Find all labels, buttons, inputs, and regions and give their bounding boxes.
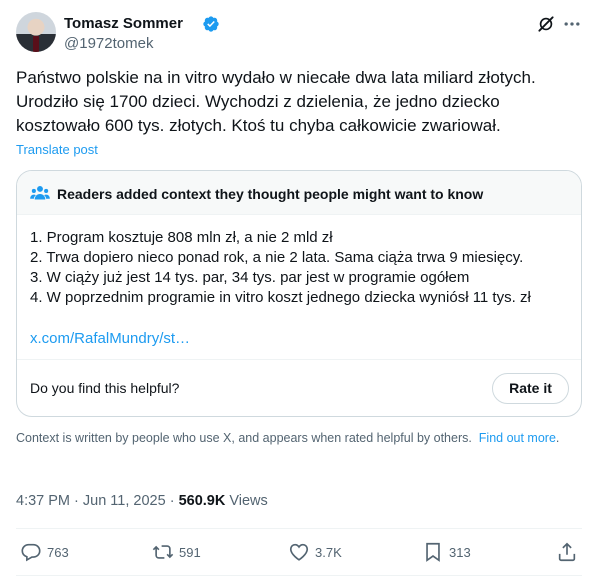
note-line: 2. Trwa dopiero nieco ponad rok, a nie 2…: [30, 249, 524, 266]
author-handle[interactable]: @1972tomek: [64, 34, 153, 54]
context-footer-text: Context is written by people who use X, …: [16, 431, 472, 445]
author-name[interactable]: Tomasz Sommer: [64, 14, 183, 34]
avatar[interactable]: [16, 12, 56, 52]
bookmark-icon: [426, 542, 440, 562]
divider: [17, 359, 581, 360]
helpful-question: Do you find this helpful?: [30, 380, 180, 396]
people-icon: [30, 185, 50, 200]
bookmark-button[interactable]: 313: [422, 541, 471, 563]
rate-it-button[interactable]: Rate it: [492, 373, 569, 404]
tweet-header: Tomasz Sommer @1972tomek: [16, 12, 582, 56]
divider: [16, 528, 582, 529]
tweet-meta: 4:37 PM · Jun 11, 2025 · 560.9K Views: [16, 493, 268, 509]
verified-badge-icon[interactable]: [202, 15, 220, 33]
repost-count: 591: [179, 544, 201, 560]
community-note-header: Readers added context they thought peopl…: [17, 171, 581, 215]
note-line: 4. W poprzednim programie in vitro koszt…: [30, 289, 531, 306]
note-line: 3. W ciąży już jest 14 tys. par, 34 tys.…: [30, 269, 470, 286]
heart-icon: [289, 543, 309, 561]
views-count: 560.9K: [178, 493, 226, 509]
post-date[interactable]: Jun 11, 2025: [83, 493, 166, 509]
repost-icon: [152, 545, 174, 559]
community-note: Readers added context they thought peopl…: [16, 170, 582, 417]
bookmark-count: 313: [449, 544, 471, 560]
like-button[interactable]: 3.7K: [288, 541, 342, 563]
community-note-body: 1. Program kosztuje 808 mln zł, a nie 2 …: [30, 228, 570, 308]
views-label: Views: [229, 493, 268, 509]
tweet-text: Państwo polskie na in vitro wydało w nie…: [16, 68, 536, 135]
share-button[interactable]: [556, 541, 583, 563]
reply-button[interactable]: 763: [20, 541, 69, 563]
more-options-icon[interactable]: [562, 14, 582, 34]
translate-post-link[interactable]: Translate post: [16, 142, 98, 158]
repost-button[interactable]: 591: [152, 541, 201, 563]
community-note-title: Readers added context they thought peopl…: [57, 186, 484, 202]
find-out-more-link[interactable]: Find out more: [479, 431, 556, 445]
like-count: 3.7K: [315, 544, 342, 560]
context-footer: Context is written by people who use X, …: [16, 431, 560, 445]
share-icon: [558, 542, 576, 562]
post-time[interactable]: 4:37 PM: [16, 493, 70, 509]
reply-icon: [21, 543, 41, 562]
note-line: 1. Program kosztuje 808 mln zł, a nie 2 …: [30, 229, 333, 246]
note-source-link[interactable]: x.com/RafalMundry/st…: [30, 329, 190, 349]
reply-count: 763: [47, 544, 69, 560]
grok-icon[interactable]: [536, 14, 556, 34]
